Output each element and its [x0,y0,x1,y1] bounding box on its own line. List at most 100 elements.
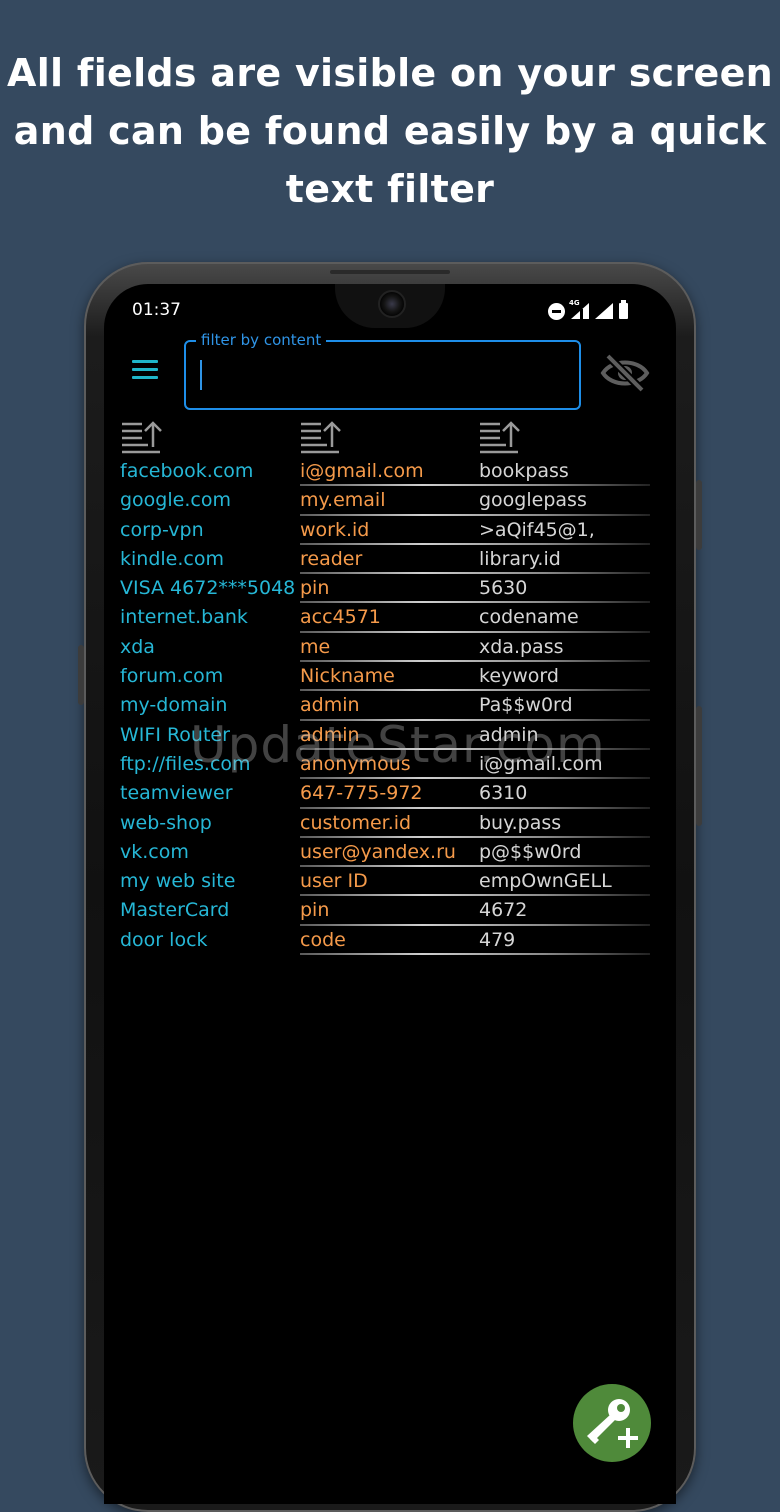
site-cell: VISA 4672***5048 [120,577,296,600]
password-cell: 5630 [479,577,528,600]
entries-list: facebook.com i@gmail.com bookpass google.c… [120,458,650,956]
password-cell: 6310 [479,782,528,805]
password-cell: keyword [479,665,559,688]
site-cell: corp-vpn [120,518,204,541]
site-cell: my-domain [120,694,228,717]
login-cell: anonymous [300,752,411,775]
hamburger-menu-icon[interactable] [132,360,158,380]
signal-icon [595,303,613,319]
site-cell: google.com [120,489,231,512]
row-divider [300,660,650,663]
site-cell: internet.bank [120,606,248,629]
login-cell: user@yandex.ru [300,840,456,863]
site-cell: MasterCard [120,899,230,922]
table-row[interactable]: internet.bank acc4571 codename [120,604,650,633]
table-row[interactable]: vk.com user@yandex.ru p@$$w0rd [120,839,650,868]
row-divider [300,484,650,487]
headline-line-2: and can be found easily by a quick [13,109,767,153]
network-type-label: 4G [569,299,580,307]
filter-input[interactable] [198,356,572,398]
password-cell: p@$$w0rd [479,840,582,863]
login-cell: i@gmail.com [300,460,424,482]
password-cell: googlepass [479,489,587,512]
site-cell: door lock [120,928,208,951]
status-time: 01:37 [132,300,181,320]
headline: All fields are visible on your screen an… [0,44,780,218]
add-entry-button[interactable] [573,1384,651,1462]
table-row[interactable]: teamviewer 647-775-972 6310 [120,780,650,809]
row-divider [300,894,650,897]
table-row[interactable]: web-shop customer.id buy.pass [120,810,650,839]
table-row[interactable]: MasterCard pin 4672 [120,897,650,926]
password-cell: admin [479,723,539,746]
site-cell: ftp://files.com [120,752,251,775]
table-row[interactable]: VISA 4672***5048 pin 5630 [120,575,650,604]
volume-rocker-right [696,706,702,826]
table-row[interactable]: google.com my.email googlepass [120,487,650,516]
table-row[interactable]: WIFI Router admin admin [120,722,650,751]
password-cell: 479 [479,928,516,951]
site-cell: kindle.com [120,547,224,570]
password-cell: codename [479,606,579,629]
password-cell: buy.pass [479,811,562,834]
table-row[interactable]: forum.com Nickname keyword [120,663,650,692]
site-cell: facebook.com [120,460,254,482]
password-cell: library.id [479,547,561,570]
row-divider [300,953,650,956]
login-cell: pin [300,899,330,922]
row-divider [300,747,650,750]
login-cell: code [300,928,346,951]
row-divider [300,572,650,575]
login-cell: my.email [300,489,386,512]
front-camera [378,290,406,318]
table-row[interactable]: facebook.com i@gmail.com bookpass [120,458,650,487]
sort-login-column-icon[interactable] [299,419,343,455]
headline-line-1: All fields are visible on your screen [6,51,773,95]
login-cell: user ID [300,870,368,893]
table-row[interactable]: my-domain admin Pa$$w0rd [120,692,650,721]
password-cell: empOwnGELL [479,870,612,893]
password-cell: bookpass [479,460,569,482]
login-cell: work.id [300,518,370,541]
sort-site-column-icon[interactable] [120,419,164,455]
login-cell: 647-775-972 [300,782,423,805]
row-divider [300,689,650,692]
row-divider [300,542,650,545]
battery-icon [619,300,628,319]
sort-password-column-icon[interactable] [478,419,522,455]
table-row[interactable]: my web site user ID empOwnGELL [120,868,650,897]
eye-off-icon[interactable] [600,352,650,394]
row-divider [300,806,650,809]
filter-label: filter by content [196,332,327,349]
status-icons: 4G [548,299,628,321]
table-row[interactable]: corp-vpn work.id >aQif45@1, [120,517,650,546]
site-cell: forum.com [120,665,224,688]
row-divider [300,777,650,780]
row-divider [300,513,650,516]
table-row[interactable]: xda me xda.pass [120,634,650,663]
site-cell: teamviewer [120,782,233,805]
password-cell: 4672 [479,899,528,922]
row-divider [300,718,650,721]
login-cell: admin [300,694,360,717]
table-row[interactable]: kindle.com reader library.id [120,546,650,575]
login-cell: pin [300,577,330,600]
site-cell: vk.com [120,840,189,863]
power-button [696,480,702,550]
site-cell: xda [120,635,155,658]
login-cell: me [300,635,331,658]
table-row[interactable]: ftp://files.com anonymous i@gmail.com [120,751,650,780]
do-not-disturb-icon [548,302,565,320]
site-cell: my web site [120,870,236,893]
password-cell: >aQif45@1, [479,518,595,541]
site-cell: WIFI Router [120,723,230,746]
login-cell: admin [300,723,360,746]
password-cell: Pa$$w0rd [479,694,573,717]
login-cell: customer.id [300,811,412,834]
row-divider [300,865,650,868]
table-row[interactable]: door lock code 479 [120,927,650,956]
password-cell: i@gmail.com [479,752,603,775]
row-divider [300,601,650,604]
row-divider [300,835,650,838]
earpiece-speaker [330,270,450,274]
